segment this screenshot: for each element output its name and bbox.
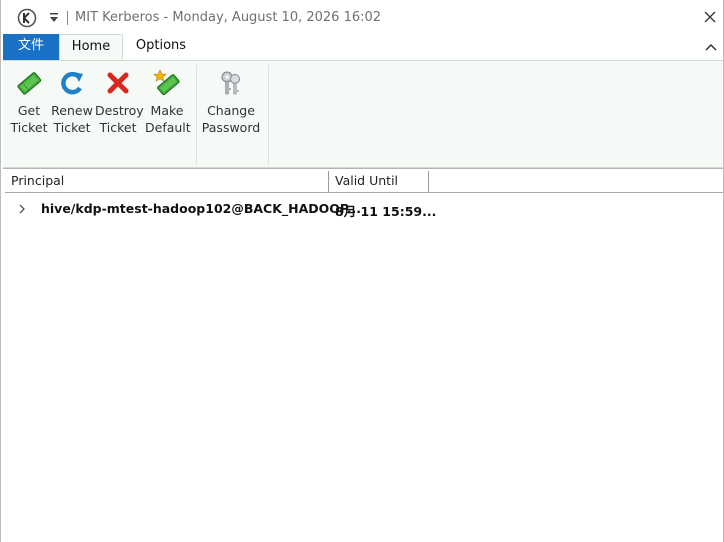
tab-options[interactable]: Options: [125, 34, 197, 60]
column-header-principal[interactable]: Principal: [5, 171, 329, 192]
renew-ticket-label: Renew Ticket: [51, 103, 93, 135]
renew-ticket-icon: [61, 71, 83, 95]
ribbon-panel: Get Ticket Renew Ticket Destroy Ticket M…: [3, 60, 723, 168]
keys-icon: [221, 71, 240, 95]
make-default-button[interactable]: Make Default: [145, 69, 191, 136]
destroy-ticket-button[interactable]: Destroy Ticket: [95, 69, 144, 136]
kerberos-app-icon[interactable]: [17, 8, 37, 28]
valid-until-cell: 8月 11 15:59...: [335, 204, 437, 219]
title-bar: MIT Kerberos - Monday, August 10, 2026 1…: [1, 0, 723, 36]
column-header-valid-until[interactable]: Valid Until: [329, 171, 429, 192]
ribbon-tabs: 文件 Home Options: [1, 34, 723, 61]
ribbon-group-separator: [268, 65, 269, 165]
chevron-right-icon[interactable]: [17, 203, 27, 215]
get-ticket-button[interactable]: Get Ticket: [9, 69, 49, 136]
principal-cell: hive/kdp-mtest-hadoop102@BACK_HADOOP...: [41, 201, 362, 216]
renew-ticket-button[interactable]: Renew Ticket: [51, 69, 93, 136]
ticket-list[interactable]: Principal Valid Until hive/kdp-mtest-had…: [3, 168, 723, 542]
table-row[interactable]: hive/kdp-mtest-hadoop102@BACK_HADOOP... …: [5, 199, 723, 219]
destroy-ticket-label: Destroy Ticket: [95, 103, 144, 135]
tab-home[interactable]: Home: [59, 34, 123, 61]
ribbon-group-separator: [196, 65, 197, 165]
list-header: Principal Valid Until: [5, 171, 723, 193]
close-icon: [704, 11, 716, 23]
close-button[interactable]: [697, 4, 723, 30]
title-separator: [67, 11, 68, 25]
kerberos-window: MIT Kerberos - Monday, August 10, 2026 1…: [0, 0, 724, 542]
window-title: MIT Kerberos - Monday, August 10, 2026 1…: [75, 10, 382, 25]
make-default-label: Make Default: [145, 103, 191, 135]
ribbon-collapse-icon[interactable]: [705, 42, 717, 52]
get-ticket-label: Get Ticket: [10, 103, 48, 135]
quick-access-dropdown-icon[interactable]: [49, 12, 59, 24]
get-ticket-icon: [17, 72, 42, 95]
destroy-ticket-icon: [107, 72, 129, 94]
make-default-icon: [153, 69, 180, 96]
change-password-label: Change Password: [201, 103, 261, 135]
tab-file[interactable]: 文件: [3, 34, 59, 60]
change-password-button[interactable]: Change Password: [201, 69, 261, 136]
